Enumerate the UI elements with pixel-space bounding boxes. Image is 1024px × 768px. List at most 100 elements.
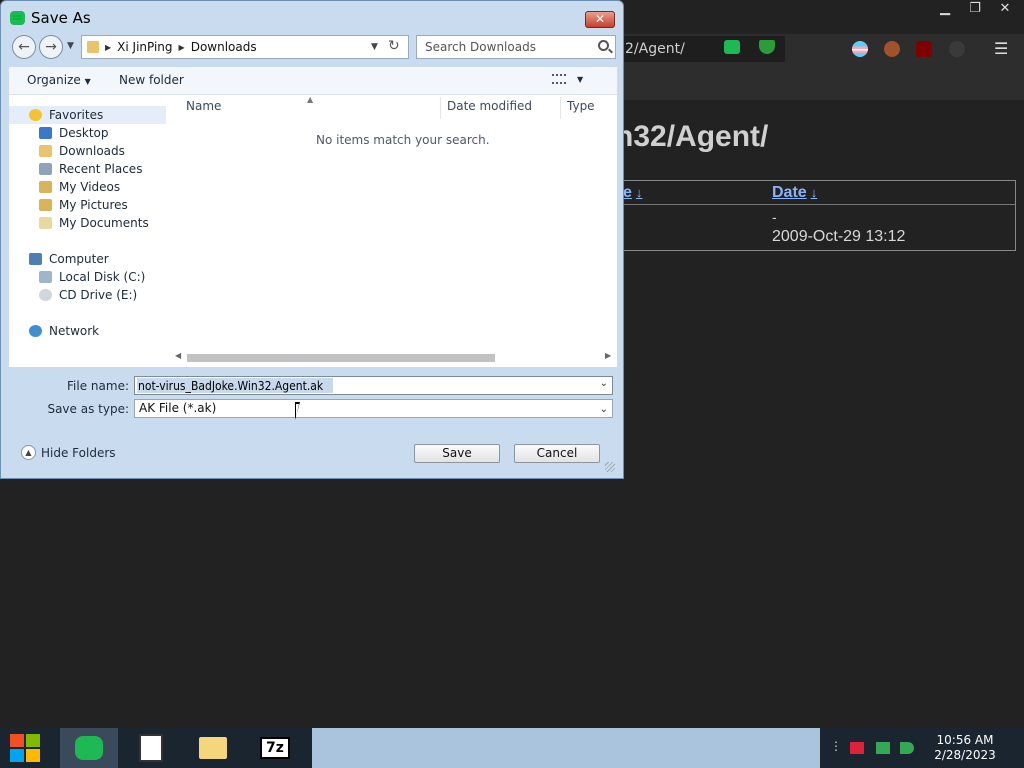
maximize-button[interactable]: ❐	[960, 0, 990, 18]
taskbar: 7z ⋮ 10:56 AM 2/28/2023	[0, 728, 1024, 768]
breadcrumb-item[interactable]: Xi JinPing	[117, 40, 172, 54]
windows-logo-icon	[10, 734, 24, 747]
arrow-left-icon: ←	[18, 39, 30, 55]
sort-arrow-icon: ↓	[635, 185, 643, 200]
minimize-button[interactable]: ▁	[930, 0, 960, 18]
action-center-flag-icon[interactable]	[850, 742, 864, 754]
chevron-right-icon[interactable]: ▶	[105, 43, 111, 52]
folder-icon	[199, 737, 227, 759]
table-cell-date: 2009-Oct-29 13:12	[772, 228, 906, 245]
chevron-down-icon[interactable]: ▼	[371, 42, 378, 52]
nav-cd-drive[interactable]: CD Drive (E:)	[39, 286, 137, 304]
dialog-toolbar: Organize ▼ New folder ▼	[9, 67, 617, 95]
chevron-down-icon[interactable]: ⌄	[600, 401, 608, 418]
app-icon	[10, 11, 25, 25]
column-divider[interactable]	[440, 97, 441, 119]
recent-locations-dropdown[interactable]: ▼	[67, 41, 74, 51]
chevron-down-icon[interactable]: ⌄	[600, 378, 608, 389]
breadcrumb-item[interactable]: Downloads	[191, 40, 257, 54]
sevenzip-icon: 7z	[260, 737, 290, 759]
notepad-icon	[139, 734, 163, 762]
nav-desktop[interactable]: Desktop	[39, 124, 109, 142]
taskbar-app-explorer[interactable]	[184, 728, 242, 768]
horizontal-scrollbar[interactable]: ◀ ▶	[175, 351, 611, 363]
chevron-up-icon: ▲	[21, 445, 36, 460]
network-tray-icon[interactable]	[876, 742, 890, 754]
downloads-folder-icon	[39, 145, 52, 157]
save-button[interactable]: Save	[414, 444, 500, 463]
network-icon	[29, 325, 42, 337]
file-listing-table: e ↓ Date ↓ - 2009-Oct-29 13:12	[600, 180, 1016, 251]
taskbar-app-notepad[interactable]	[122, 728, 180, 768]
column-header-type[interactable]: Type	[567, 99, 595, 113]
computer-icon	[29, 253, 42, 265]
chevron-down-icon: ▼	[84, 77, 91, 86]
clock-time: 10:56 AM	[936, 733, 994, 747]
nav-network[interactable]: Network	[29, 322, 99, 340]
nav-computer[interactable]: Computer	[29, 250, 109, 268]
view-options-icon[interactable]	[552, 74, 566, 84]
file-name-input[interactable]	[138, 378, 578, 394]
tray-overflow-icon[interactable]: ⋮	[830, 739, 842, 753]
close-button[interactable]: ✕	[990, 0, 1020, 18]
start-button[interactable]	[10, 734, 42, 762]
dialog-close-button[interactable]: ✕	[585, 11, 615, 28]
new-folder-button[interactable]: New folder	[119, 73, 184, 87]
resize-grip[interactable]	[605, 462, 615, 472]
table-cell-date: -	[772, 209, 777, 225]
save-as-dialog: Save As ✕ ← → ▼ ▶ Xi JinPing ▶ Downloads…	[0, 0, 624, 479]
system-clock[interactable]: 10:56 AM 2/28/2023	[928, 733, 1002, 763]
taskbar-app-7zip[interactable]: 7z	[246, 728, 304, 768]
arrow-right-icon: →	[45, 39, 57, 55]
chevron-right-icon[interactable]: ▶	[179, 43, 185, 52]
refresh-icon[interactable]: ↻	[388, 38, 400, 54]
browser-window-controls: ▁ ❐ ✕	[930, 0, 1020, 18]
nav-my-videos[interactable]: My Videos	[39, 178, 120, 196]
column-date-header[interactable]: Date ↓	[772, 184, 817, 202]
column-header-date-modified[interactable]: Date modified	[447, 99, 532, 113]
column-header-name[interactable]: Name	[186, 99, 221, 113]
file-name-combobox[interactable]: ⌄	[134, 376, 613, 395]
pictures-folder-icon	[39, 199, 52, 211]
save-as-type-label: Save as type:	[47, 402, 129, 416]
nav-downloads[interactable]: Downloads	[39, 142, 125, 160]
hamburger-menu-icon[interactable]: ☰	[994, 39, 1008, 58]
nav-recent-places[interactable]: Recent Places	[39, 160, 142, 178]
flag-extension-icon[interactable]	[852, 41, 868, 57]
clock-date: 2/28/2023	[934, 748, 996, 762]
nav-local-disk[interactable]: Local Disk (C:)	[39, 268, 145, 286]
nav-favorites[interactable]: Favorites	[9, 106, 166, 124]
nav-my-documents[interactable]: My Documents	[39, 214, 149, 232]
documents-folder-icon	[39, 217, 52, 229]
dialog-title: Save As	[31, 9, 91, 27]
column-name-header[interactable]: e ↓	[623, 184, 642, 202]
address-breadcrumb[interactable]: ▶ Xi JinPing ▶ Downloads ▼ ↻	[81, 35, 409, 59]
volume-icon[interactable]	[900, 742, 914, 754]
search-icon[interactable]	[598, 40, 609, 51]
scrollbar-thumb[interactable]	[187, 354, 495, 362]
scroll-left-icon[interactable]: ◀	[175, 351, 181, 360]
scroll-right-icon[interactable]: ▶	[605, 351, 611, 360]
nav-my-pictures[interactable]: My Pictures	[39, 196, 128, 214]
sort-arrow-icon: ↓	[810, 185, 818, 200]
column-divider[interactable]	[560, 97, 561, 119]
forward-button[interactable]: →	[39, 35, 63, 59]
search-input[interactable]	[417, 36, 587, 58]
address-bar-text: 2/Agent/	[625, 41, 685, 57]
search-box[interactable]	[416, 35, 616, 59]
taskbar-app-music[interactable]	[60, 728, 118, 768]
hard-drive-icon	[39, 271, 52, 283]
mouse-cursor-icon	[295, 402, 305, 420]
navigation-pane: Favorites Desktop Downloads Recent Place…	[9, 95, 169, 367]
save-as-type-select[interactable]: AK File (*.ak) ⌄	[134, 399, 613, 418]
folder-icon	[87, 41, 99, 53]
cancel-button[interactable]: Cancel	[514, 444, 600, 463]
ublock-icon[interactable]	[916, 41, 932, 57]
extension-green-icon[interactable]	[724, 40, 740, 54]
chevron-down-icon[interactable]: ▼	[577, 75, 583, 84]
extension-gray-icon[interactable]	[949, 41, 965, 57]
back-button[interactable]: ←	[12, 35, 36, 59]
hide-folders-toggle[interactable]: ▲ Hide Folders	[21, 445, 116, 460]
profile-avatar-icon[interactable]	[884, 41, 900, 57]
organize-menu[interactable]: Organize ▼	[27, 73, 91, 87]
